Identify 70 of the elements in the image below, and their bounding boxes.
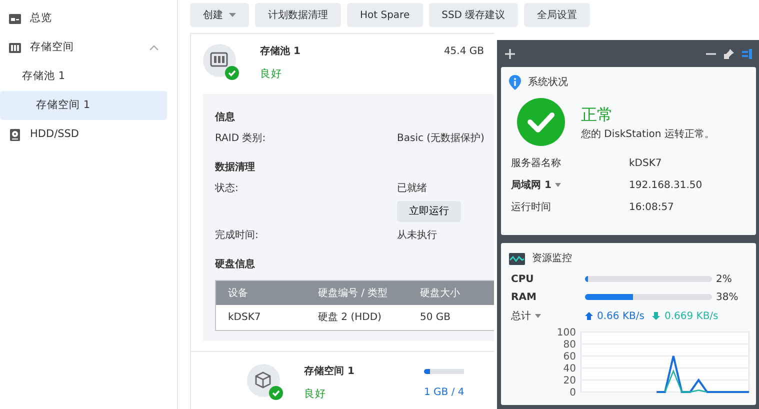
- network-label: 总计: [511, 310, 531, 324]
- status-text: 良好: [304, 387, 327, 402]
- meter-label: CPU: [511, 272, 535, 286]
- table-cell-text: 50 GB: [420, 311, 452, 325]
- field-value: 从未执行: [397, 228, 437, 243]
- info-icon: [509, 75, 521, 90]
- upload-icon: [585, 312, 593, 320]
- field-label: 完成时间:: [215, 228, 260, 243]
- meter-reading: 2%: [716, 272, 732, 286]
- caret-icon: [535, 314, 541, 318]
- toolbar-button[interactable]: Hot Spare: [347, 3, 423, 27]
- section-heading: 信息: [215, 110, 236, 125]
- panel-icon: [742, 48, 752, 58]
- axis-tick-label: 80: [563, 340, 576, 350]
- sidebar-item[interactable]: 存储空间 1: [0, 91, 167, 120]
- download-rate: 0.669 KB/s: [664, 310, 718, 324]
- toolbar-button[interactable]: 全局设置: [524, 3, 590, 27]
- upload-rate: 0.66 KB/s: [597, 310, 644, 324]
- pool-name: 存储池 1: [260, 44, 300, 59]
- storage-pool-icon: [210, 52, 228, 68]
- info-value: 192.168.31.50: [629, 178, 702, 192]
- volume-name: 存储空间 1: [304, 364, 356, 379]
- column-header: 硬盘大小: [420, 286, 461, 300]
- field-label: RAID 类别:: [215, 132, 267, 146]
- meter-reading: 38%: [716, 290, 738, 304]
- health-status: 正常: [581, 104, 614, 126]
- download-icon: [652, 312, 660, 320]
- run-now-button[interactable]: 立即运行: [397, 201, 461, 222]
- info-value: 16:08:57: [629, 200, 674, 214]
- meter-label: RAM: [511, 290, 538, 304]
- axis-tick-label: 0: [570, 388, 576, 398]
- info-value: kDSK7: [629, 156, 662, 170]
- column-header: 设备: [227, 286, 249, 300]
- table-cell-text: kDSK7: [227, 311, 262, 325]
- field-value: 已就绪: [397, 182, 428, 196]
- axis-tick-label: 40: [563, 364, 576, 374]
- info-label: 服务器名称: [511, 156, 561, 170]
- monitor-icon: [509, 252, 525, 264]
- info-label: 运行时间: [511, 200, 551, 214]
- add-icon: [505, 48, 515, 58]
- info-label: 局域网 1: [511, 178, 552, 192]
- sidebar-item[interactable]: HDD/SSD: [0, 120, 167, 149]
- check-icon: [269, 386, 283, 400]
- capacity-text: 45.4 GB: [444, 45, 484, 59]
- section-heading: 硬盘信息: [215, 258, 256, 272]
- usage-text: 1 GB / 4: [424, 386, 464, 400]
- table-cell-text: 硬盘 2 (HDD): [318, 311, 382, 325]
- axis-tick-label: 100: [556, 328, 576, 338]
- toolbar-button[interactable]: 创建: [190, 3, 249, 27]
- widget-title: 系统状况: [528, 76, 568, 90]
- axis-tick-label: 60: [563, 352, 576, 362]
- health-message: 您的 DiskStation 运转正常。: [581, 128, 714, 142]
- field-value: Basic (无数据保护): [397, 132, 484, 146]
- toolbar-button[interactable]: 计划数据清理: [255, 3, 341, 27]
- column-header: 硬盘编号 / 类型: [318, 286, 389, 300]
- check-circle-icon: [517, 98, 565, 146]
- sidebar-item[interactable]: 总览: [0, 4, 167, 33]
- field-label: 状态:: [215, 182, 240, 196]
- pin-icon: [724, 48, 734, 58]
- axis-tick-label: 20: [563, 376, 576, 386]
- section-heading: 数据清理: [215, 160, 256, 175]
- cube-icon: [254, 371, 272, 389]
- dashboard-icon: [8, 12, 22, 26]
- toolbar-button[interactable]: SSD 缓存建议: [428, 3, 518, 27]
- status-text: 良好: [260, 67, 283, 82]
- sidebar-item[interactable]: 存储空间: [0, 33, 167, 62]
- sidebar-item[interactable]: 存储池 1: [0, 62, 167, 91]
- widget-title: 资源监控: [532, 252, 572, 266]
- check-icon: [225, 66, 239, 80]
- storage-icon: [8, 40, 22, 54]
